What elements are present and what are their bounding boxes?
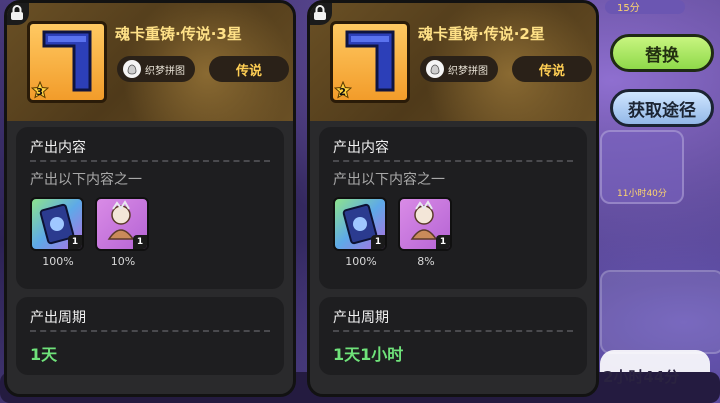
item-count: 1 xyxy=(371,235,385,249)
card-pack-icon: 1 xyxy=(30,197,84,251)
card-pack-icon: 1 xyxy=(333,197,387,251)
card-thumbnail: 2 xyxy=(330,21,410,103)
card-panel-3star: 3 魂卡重铸·传说·3星 织梦拼图 传说 产出内容 产出以下内容之一 1 100… xyxy=(4,0,296,397)
rarity-tag-label: 传说 xyxy=(235,63,262,79)
card-title: 魂卡重铸·传说·2星 xyxy=(418,25,545,43)
replace-button[interactable]: 替换 xyxy=(610,34,714,72)
output-item[interactable]: 1 100% xyxy=(30,197,86,268)
output-title: 产出内容 xyxy=(30,140,86,156)
divider xyxy=(30,160,270,162)
output-item[interactable]: 1 8% xyxy=(398,197,454,268)
output-panel: 产出内容 产出以下内容之一 1 100% 1 8% xyxy=(319,127,587,289)
output-items: 1 100% 1 10% xyxy=(30,197,151,268)
item-count: 1 xyxy=(68,235,82,249)
source-tag: 织梦拼图 xyxy=(117,56,195,82)
item-percent: 100% xyxy=(345,255,377,268)
cycle-value: 1天1小时 xyxy=(333,345,404,364)
bg-timer-bottom: 2小时44分 xyxy=(603,368,680,386)
divider xyxy=(333,330,573,332)
lock-icon xyxy=(310,3,332,25)
item-percent: 8% xyxy=(417,255,435,268)
item-percent: 100% xyxy=(42,255,74,268)
doll-figure-icon: 1 xyxy=(95,197,149,251)
rarity-tag: 传说 xyxy=(209,56,289,82)
output-subtitle: 产出以下内容之一 xyxy=(30,172,142,188)
cycle-title: 产出周期 xyxy=(333,310,389,326)
item-percent: 10% xyxy=(110,255,136,268)
source-tag: 织梦拼图 xyxy=(420,56,498,82)
item-count: 1 xyxy=(436,235,450,249)
bg-panel-lower xyxy=(600,270,720,354)
bag-icon xyxy=(426,60,444,78)
card-header: 2 魂卡重铸·传说·2星 织梦拼图 传说 xyxy=(310,3,596,121)
divider xyxy=(30,330,270,332)
output-subtitle: 产出以下内容之一 xyxy=(333,172,445,188)
cycle-panel: 产出周期 1天 xyxy=(16,297,284,375)
divider xyxy=(333,160,573,162)
rarity-tag: 传说 xyxy=(512,56,592,82)
output-panel: 产出内容 产出以下内容之一 1 100% 1 10% xyxy=(16,127,284,289)
output-title: 产出内容 xyxy=(333,140,389,156)
cycle-title: 产出周期 xyxy=(30,310,86,326)
rarity-tag-label: 传说 xyxy=(538,63,565,79)
card-thumbnail: 3 xyxy=(27,21,107,103)
source-tag-label: 织梦拼图 xyxy=(145,65,185,77)
cycle-value: 1天 xyxy=(30,345,58,364)
star-count: 2 xyxy=(339,87,346,98)
bg-timer-mid: 11小时40分 xyxy=(617,189,667,199)
bag-icon xyxy=(123,60,141,78)
get-source-button[interactable]: 获取途径 xyxy=(610,89,714,127)
item-count: 1 xyxy=(133,235,147,249)
card-title: 魂卡重铸·传说·3星 xyxy=(115,25,242,43)
doll-figure-icon: 1 xyxy=(398,197,452,251)
lock-icon xyxy=(7,3,29,25)
output-item[interactable]: 1 10% xyxy=(95,197,151,268)
card-header: 3 魂卡重铸·传说·3星 织梦拼图 传说 xyxy=(7,3,293,121)
bg-timer-top: 15分 xyxy=(617,3,640,14)
card-panel-2star: 2 魂卡重铸·传说·2星 织梦拼图 传说 产出内容 产出以下内容之一 1 100… xyxy=(307,0,599,397)
star-count: 3 xyxy=(36,87,43,98)
source-tag-label: 织梦拼图 xyxy=(448,65,488,77)
output-item[interactable]: 1 100% xyxy=(333,197,389,268)
output-items: 1 100% 1 8% xyxy=(333,197,454,268)
cycle-panel: 产出周期 1天1小时 xyxy=(319,297,587,375)
